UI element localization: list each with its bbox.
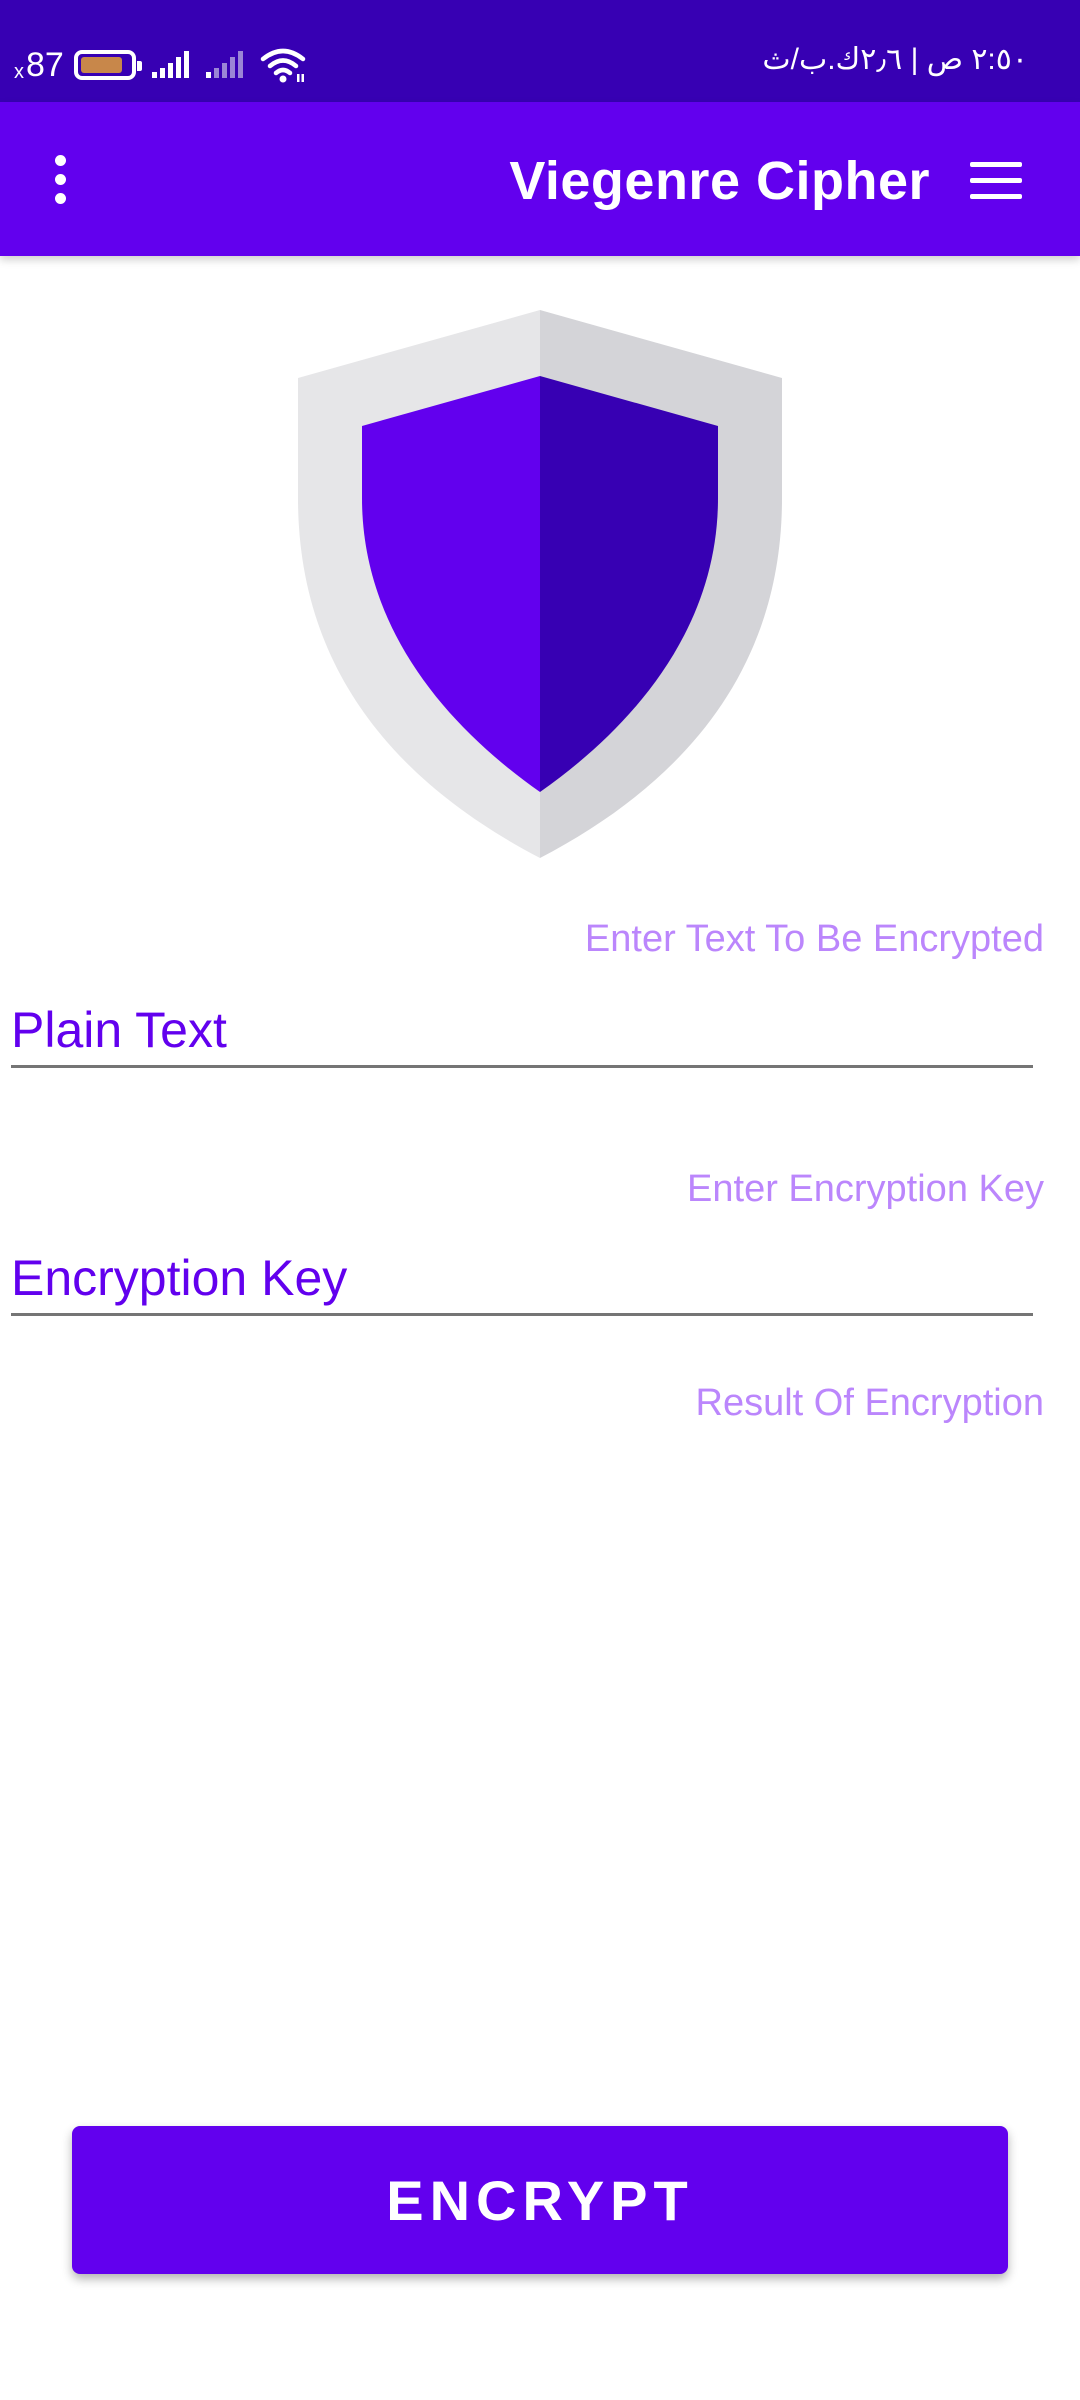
more-vert-icon (54, 154, 66, 204)
more-options-button[interactable] (30, 142, 90, 216)
signal-weak-icon (205, 51, 243, 78)
status-icons: x 87 (14, 40, 306, 90)
hamburger-menu-icon[interactable] (970, 150, 1036, 210)
shield-icon (298, 310, 782, 858)
battery-prefix: x (14, 60, 24, 83)
signal-icon (151, 51, 189, 78)
battery-percent: 87 (26, 45, 64, 84)
result-label: Result Of Encryption (695, 1382, 1044, 1424)
status-bar: x 87 ٢:٥٠ ص | ٢٫٦ك.ب/ث (0, 0, 1080, 102)
wifi-icon (260, 48, 306, 83)
battery-icon (73, 50, 142, 80)
app-bar: Viegenre Cipher (0, 102, 1080, 256)
plain-text-input[interactable] (11, 994, 1033, 1068)
status-clock: ٢:٥٠ ص | ٢٫٦ك.ب/ث (762, 43, 1028, 76)
encrypt-button[interactable]: ENCRYPT (72, 2126, 1008, 2274)
plain-text-label: Enter Text To Be Encrypted (584, 918, 1044, 960)
battery-tip (136, 61, 142, 71)
encryption-key-label: Enter Encryption Key (687, 1168, 1044, 1210)
encryption-key-input[interactable] (11, 1242, 1033, 1316)
battery-fill (80, 57, 122, 73)
app-title: Viegenre Cipher (509, 151, 930, 211)
